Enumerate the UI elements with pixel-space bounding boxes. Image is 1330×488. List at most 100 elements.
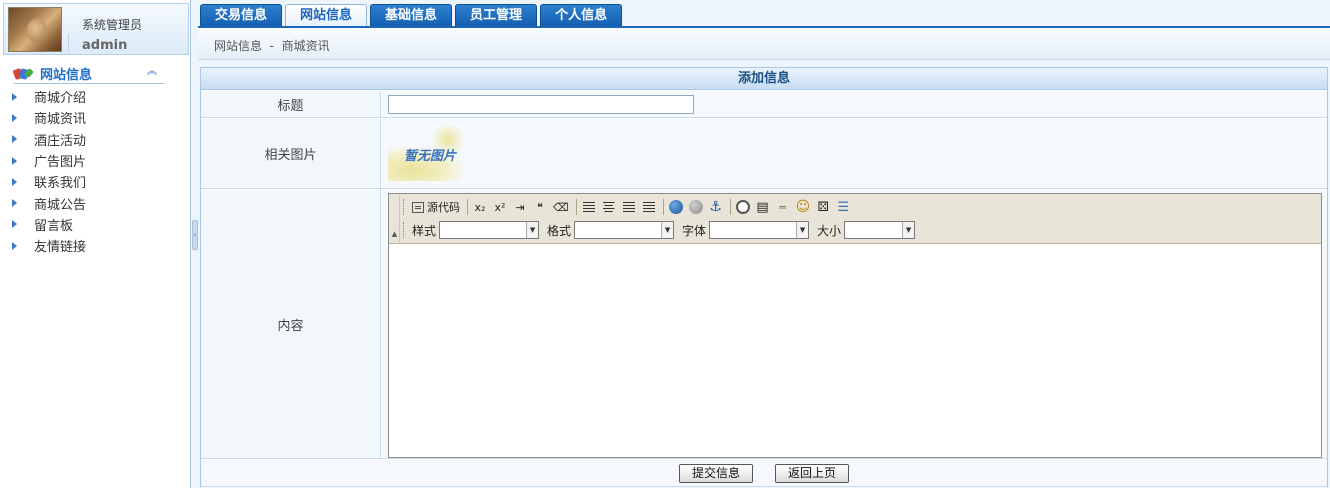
special-char-icon[interactable]: ⚄ [814,198,832,216]
indent-icon[interactable]: ⇥ [511,198,529,216]
smiley-icon[interactable]: ☺ [794,198,813,216]
form-row-content: 内容 ▲ 源代码 x₂ x² ⇥ ❝ ⌫ ⚓ ▤ ═ ☺ ⚄ ☰ 样式 ▼ 格式… [201,190,1327,459]
sidebar-item-contact[interactable]: 联系我们 [12,171,86,192]
align-glyph [602,202,615,212]
tab-basic-info[interactable]: 基础信息 [370,4,453,26]
arrow-right-icon [12,177,17,186]
flash-glyph [735,200,750,214]
style-select[interactable]: ▼ [439,221,540,239]
align-glyph [622,202,635,212]
tab-staff[interactable]: 员工管理 [455,4,538,26]
toolbar-collapse-icon[interactable]: ▲ [390,196,400,242]
sidebar-item-label: 酒庄活动 [34,133,87,149]
panel-splitter-handle[interactable]: ‹ [192,220,198,250]
arrow-right-icon [12,220,17,229]
sidebar-menu: 商城介绍 商城资讯 酒庄活动 广告图片 联系我们 商城公告 留言板 友情链接 [12,86,86,256]
superscript-icon[interactable]: x² [491,198,509,216]
format-select[interactable]: ▼ [574,221,675,239]
sidebar-item-mall-intro[interactable]: 商城介绍 [12,86,86,107]
form-row-image: 相关图片 暂无图片 [201,119,1327,189]
sidebar-item-label: 商城介绍 [34,91,87,107]
source-code-label: 源代码 [427,201,460,214]
submit-button[interactable]: 提交信息 [679,464,754,483]
form-actions: 提交信息 返回上页 [201,460,1327,487]
anchor-icon[interactable]: ⚓ [707,198,725,216]
sidebar-item-label: 商城公告 [34,197,87,213]
left-panel: 系统管理员 admin 网站信息 ︽ 商城介绍 商城资讯 酒庄活动 广告图片 联… [0,0,191,488]
user-role: 系统管理员 [82,18,143,32]
editor-toolbar: ▲ 源代码 x₂ x² ⇥ ❝ ⌫ ⚓ ▤ ═ ☺ ⚄ ☰ 样式 ▼ 格式 ▼ … [389,194,1321,244]
arrow-right-icon [12,199,17,208]
sidebar-item-label: 联系我们 [34,176,87,192]
sidebar-item-links[interactable]: 友情链接 [12,235,86,256]
sidebar-item-label: 友情链接 [34,240,87,256]
field-label: 相关图片 [201,119,381,188]
tab-personal[interactable]: 个人信息 [540,4,623,26]
link-icon[interactable] [667,198,685,216]
chevron-down-icon: ▼ [796,222,809,238]
align-left-icon[interactable] [580,198,598,216]
divider [68,34,69,52]
field-label: 标题 [201,91,381,117]
sidebar-item-guestbook[interactable]: 留言板 [12,214,86,235]
globe-glyph [668,200,683,214]
chevron-down-icon: ▼ [526,222,539,238]
user-box: 系统管理员 admin [3,3,189,55]
align-right-icon[interactable] [620,198,638,216]
arrow-right-icon [12,156,17,165]
remove-format-icon[interactable]: ⌫ [551,198,571,216]
breadcrumb-bar: 网站信息 - 商城资讯 [198,28,1330,60]
back-button[interactable]: 返回上页 [775,464,850,483]
arrow-right-icon [12,113,17,122]
font-select[interactable]: ▼ [709,221,810,239]
blockquote-icon[interactable]: ❝ [531,198,549,216]
toolbar-grip [403,199,406,215]
field-cell [382,91,1327,117]
arrow-right-icon [12,241,17,250]
sidebar-item-label: 商城资讯 [34,112,87,128]
toolbar-separator [729,199,731,215]
chevron-down-icon: ▼ [902,222,915,238]
arrow-right-icon [12,135,17,144]
align-center-icon[interactable] [600,198,618,216]
source-icon [412,201,424,213]
horizontal-rule-icon[interactable]: ═ [774,198,792,216]
sidebar-item-winery-events[interactable]: 酒庄活动 [12,129,86,150]
avatar [8,7,62,52]
form-title: 添加信息 [201,68,1327,90]
sidebar-item-ad-images[interactable]: 广告图片 [12,150,86,171]
editor-content-area[interactable] [389,245,1321,457]
subscript-icon[interactable]: x₂ [471,198,489,216]
align-glyph [582,202,595,212]
breadcrumb: 网站信息 - 商城资讯 [214,39,330,53]
sidebar-item-label: 广告图片 [34,155,87,171]
collapse-chevron-icon[interactable]: ︽ [146,67,158,79]
sidebar-item-announcements[interactable]: 商城公告 [12,192,86,213]
field-cell: 暂无图片 [382,119,1327,188]
field-cell: ▲ 源代码 x₂ x² ⇥ ❝ ⌫ ⚓ ▤ ═ ☺ ⚄ ☰ 样式 ▼ 格式 ▼ … [382,190,1327,458]
tab-trade-info[interactable]: 交易信息 [200,4,283,26]
sidebar-section-header[interactable]: 网站信息 ︽ [12,64,164,84]
image-placeholder[interactable]: 暂无图片 [388,125,480,183]
source-code-button[interactable]: 源代码 [410,198,462,216]
align-justify-icon[interactable] [640,198,658,216]
flash-icon[interactable] [734,198,752,216]
tab-site-info[interactable]: 网站信息 [285,4,368,27]
sidebar-item-mall-news[interactable]: 商城资讯 [12,107,86,128]
field-label: 内容 [201,190,381,458]
section-icon [12,67,36,81]
unlink-icon[interactable] [687,198,705,216]
toolbar-row: 源代码 x₂ x² ⇥ ❝ ⌫ ⚓ ▤ ═ ☺ ⚄ ☰ [403,197,854,217]
user-name: admin [82,38,128,53]
format-label: 格式 [547,223,572,238]
title-input[interactable] [388,95,694,114]
toolbar-row: 样式 ▼ 格式 ▼ 字体 ▼ 大小 ▼ [403,220,921,240]
sidebar-section-label: 网站信息 [40,68,93,83]
toolbar-separator [575,199,577,215]
size-select[interactable]: ▼ [844,221,916,239]
top-tabs: 交易信息 网站信息 基础信息 员工管理 个人信息 [200,4,623,27]
size-label: 大小 [817,223,842,238]
table-icon[interactable]: ▤ [754,198,772,216]
align-glyph [642,202,655,212]
page-break-icon[interactable]: ☰ [834,198,852,216]
